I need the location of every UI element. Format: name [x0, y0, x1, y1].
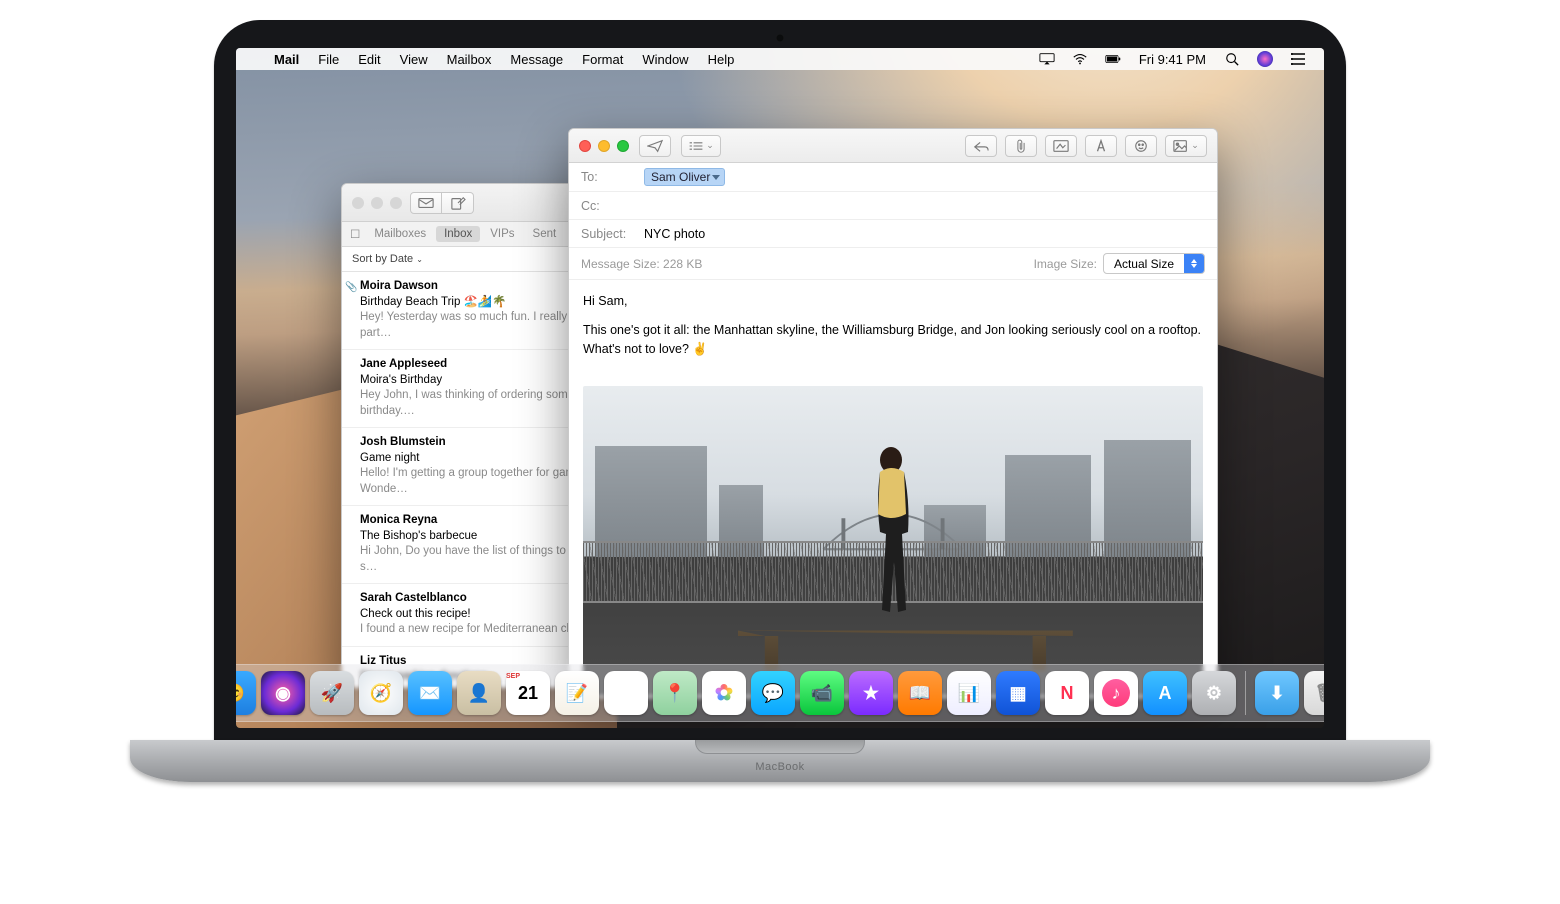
dock-launchpad[interactable]: 🚀 — [310, 671, 354, 715]
camera-dot — [776, 34, 784, 42]
fav-inbox[interactable]: Inbox — [436, 226, 480, 242]
recipient-token[interactable]: Sam Oliver — [644, 168, 725, 186]
dock-keynote[interactable]: ▦ — [996, 671, 1040, 715]
compose-button[interactable] — [442, 192, 474, 214]
message-sender: Monica Reyna — [360, 513, 437, 529]
subject-field-row[interactable]: Subject: — [569, 220, 1217, 248]
size-bar: Message Size: 228 KB Image Size: Actual … — [569, 248, 1217, 280]
dock-messages[interactable]: 💬 — [751, 671, 795, 715]
send-button[interactable] — [639, 135, 671, 157]
dock-numbers[interactable]: 📊 — [947, 671, 991, 715]
dock-music[interactable]: ♪ — [1094, 671, 1138, 715]
dock-maps[interactable]: 📍 — [653, 671, 697, 715]
cc-label: Cc: — [581, 199, 636, 213]
notification-center-icon[interactable] — [1282, 52, 1314, 66]
dock-preferences[interactable]: ⚙ — [1192, 671, 1236, 715]
screen: Mail File Edit View Mailbox Message Form… — [236, 48, 1324, 728]
dock-appstore[interactable]: A — [1143, 671, 1187, 715]
message-sender: Josh Blumstein — [360, 435, 446, 451]
message-sender: Sarah Castelblanco — [360, 591, 467, 607]
dock-notes[interactable]: 📝 — [555, 671, 599, 715]
image-size-select[interactable]: Actual Size — [1103, 253, 1205, 274]
app-menu[interactable]: Mail — [265, 52, 308, 67]
dock-news[interactable]: N — [1045, 671, 1089, 715]
attached-photo[interactable] — [583, 386, 1203, 696]
message-sender: Jane Appleseed — [360, 357, 447, 373]
attachment-icon: 📎 — [345, 281, 357, 295]
siri-menubar-icon[interactable] — [1249, 51, 1281, 67]
menu-format[interactable]: Format — [573, 52, 632, 67]
markup-button[interactable] — [1045, 135, 1077, 157]
macbook-frame: Mail File Edit View Mailbox Message Form… — [130, 20, 1430, 850]
emoji-button[interactable] — [1125, 135, 1157, 157]
image-size-label: Image Size: — [1034, 257, 1097, 271]
dock-trash[interactable]: 🗑 — [1304, 671, 1324, 715]
menu-help[interactable]: Help — [699, 52, 744, 67]
compose-window[interactable]: ⌄ ⌄ To: Sam Oliver Cc: Subject: — [568, 128, 1218, 698]
header-fields-button[interactable]: ⌄ — [681, 135, 721, 157]
dock-contacts[interactable]: 👤 — [457, 671, 501, 715]
menubar-clock[interactable]: Fri 9:41 PM — [1130, 52, 1215, 67]
message-sender: Moira Dawson — [360, 279, 438, 295]
cc-input[interactable] — [644, 199, 1205, 213]
menu-message[interactable]: Message — [501, 52, 572, 67]
attach-button[interactable] — [1005, 135, 1037, 157]
format-button[interactable] — [1085, 135, 1117, 157]
menu-edit[interactable]: Edit — [349, 52, 389, 67]
compose-titlebar[interactable]: ⌄ ⌄ — [569, 129, 1217, 163]
laptop-brand: MacBook — [130, 761, 1430, 773]
msg-size-label: Message Size: — [581, 257, 660, 271]
fav-vips[interactable]: VIPs — [482, 226, 522, 242]
traffic-lights[interactable] — [579, 140, 629, 152]
reply-button[interactable] — [965, 135, 997, 157]
battery-icon[interactable] — [1097, 52, 1129, 66]
greeting-text: Hi Sam, — [583, 292, 1203, 311]
cc-field-row[interactable]: Cc: — [569, 192, 1217, 220]
subject-input[interactable] — [644, 227, 1205, 241]
dock-ibooks[interactable]: 📖 — [898, 671, 942, 715]
to-label: To: — [581, 170, 636, 184]
to-field-row[interactable]: To: Sam Oliver — [569, 163, 1217, 192]
dock-finder[interactable]: 😊 — [236, 671, 256, 715]
dock-safari[interactable]: 🧭 — [359, 671, 403, 715]
dock-mail[interactable]: ✉️ — [408, 671, 452, 715]
menu-window[interactable]: Window — [633, 52, 697, 67]
dock-facetime[interactable]: 📹 — [800, 671, 844, 715]
dock-calendar[interactable]: SEP21 — [506, 671, 550, 715]
dock-photos[interactable]: ✿ — [702, 671, 746, 715]
menu-view[interactable]: View — [391, 52, 437, 67]
traffic-lights[interactable] — [352, 197, 402, 209]
dock-reminders[interactable]: ☑ — [604, 671, 648, 715]
subject-label: Subject: — [581, 227, 636, 241]
photo-browser-button[interactable]: ⌄ — [1165, 135, 1207, 157]
fav-mailboxes[interactable]: Mailboxes — [366, 226, 434, 242]
dock[interactable]: 😊◉🚀🧭✉️👤SEP21📝☑📍✿💬📹★📖📊▦N♪A⚙ ⬇🗑 — [236, 664, 1324, 722]
msg-size-value: 228 KB — [663, 257, 702, 271]
body-text: This one's got it all: the Manhattan sky… — [583, 321, 1203, 359]
dock-itunes[interactable]: ★ — [849, 671, 893, 715]
wifi-icon[interactable] — [1064, 52, 1096, 66]
dock-siri[interactable]: ◉ — [261, 671, 305, 715]
screen-bezel: Mail File Edit View Mailbox Message Form… — [214, 20, 1346, 740]
sort-label[interactable]: Sort by Date — [352, 253, 413, 265]
spotlight-icon[interactable] — [1216, 52, 1248, 66]
message-body[interactable]: Hi Sam, This one's got it all: the Manha… — [569, 280, 1217, 380]
laptop-base: MacBook — [130, 740, 1430, 782]
fav-sent[interactable]: Sent — [525, 226, 565, 242]
get-mail-button[interactable] — [410, 192, 442, 214]
dock-downloads[interactable]: ⬇ — [1255, 671, 1299, 715]
airplay-icon[interactable] — [1031, 52, 1063, 66]
menu-mailbox[interactable]: Mailbox — [438, 52, 501, 67]
menu-file[interactable]: File — [309, 52, 348, 67]
menubar: Mail File Edit View Mailbox Message Form… — [236, 48, 1324, 70]
